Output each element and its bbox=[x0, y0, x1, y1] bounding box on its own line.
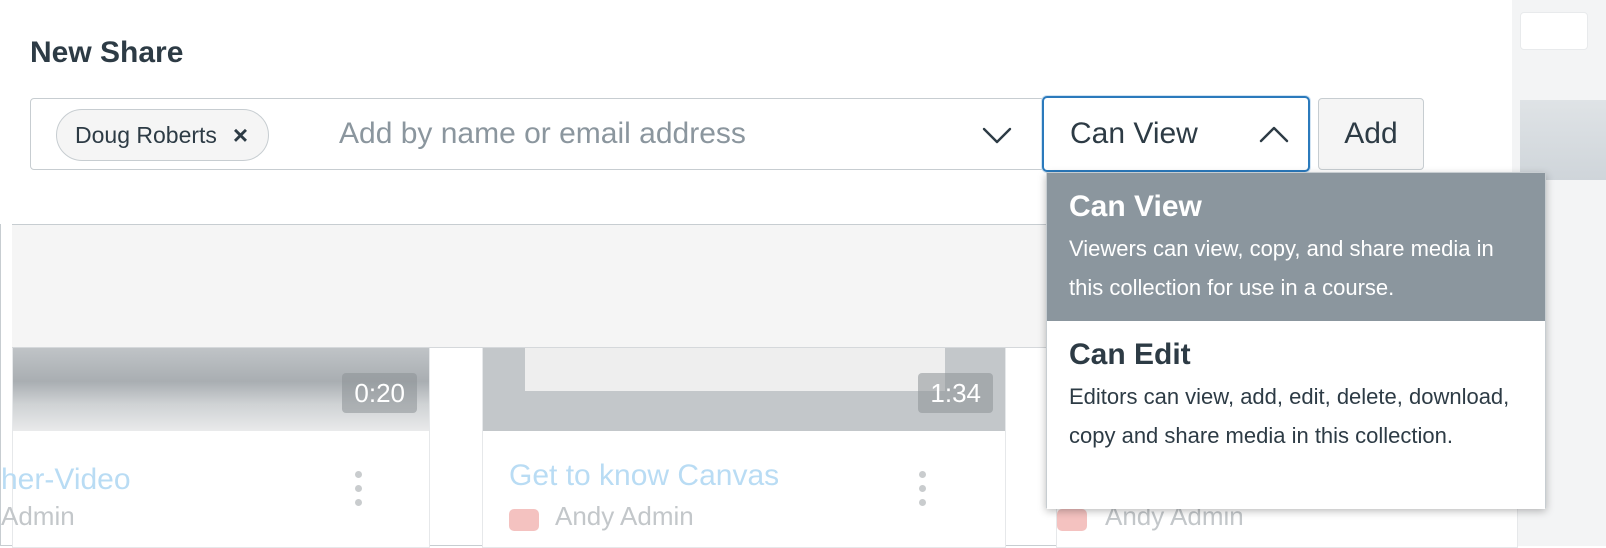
media-owner: Admin bbox=[1, 501, 75, 531]
chevron-up-icon[interactable] bbox=[1258, 122, 1290, 146]
media-title[interactable]: her-Video bbox=[1, 463, 131, 497]
recipient-tag-label: Doug Roberts bbox=[75, 121, 217, 148]
recipient-input[interactable]: Doug Roberts × Add by name or email addr… bbox=[30, 98, 1062, 170]
duration-badge: 0:20 bbox=[342, 373, 417, 413]
add-button[interactable]: Add bbox=[1318, 98, 1424, 170]
chevron-down-icon[interactable] bbox=[981, 123, 1013, 147]
kebab-menu-icon[interactable] bbox=[355, 471, 363, 513]
panel-title: New Share bbox=[30, 36, 184, 69]
thumbnail-preview bbox=[525, 341, 945, 391]
media-card[interactable]: 0:20 her-Video Admin bbox=[1, 340, 430, 548]
recipient-tag[interactable]: Doug Roberts × bbox=[56, 109, 270, 161]
option-title: Can View bbox=[1069, 190, 1202, 223]
option-title: Can Edit bbox=[1069, 338, 1191, 371]
permission-dropdown-menu: Can View Viewers can view, copy, and sha… bbox=[1046, 172, 1546, 509]
youtube-icon bbox=[1057, 509, 1087, 531]
youtube-icon bbox=[509, 509, 539, 531]
option-can-edit[interactable]: Can Edit Editors can view, add, edit, de… bbox=[1047, 321, 1545, 509]
recipient-placeholder[interactable]: Add by name or email address bbox=[339, 117, 746, 151]
option-can-view[interactable]: Can View Viewers can view, copy, and sha… bbox=[1047, 173, 1545, 321]
media-card[interactable]: 1:34 Get to know Canvas Andy Admin bbox=[482, 340, 1006, 548]
media-title[interactable]: Get to know Canvas bbox=[509, 459, 779, 493]
background-card bbox=[1520, 12, 1588, 50]
kebab-menu-icon[interactable] bbox=[919, 471, 927, 513]
permission-select-value: Can View bbox=[1070, 117, 1198, 150]
video-thumbnail[interactable]: 1:34 bbox=[483, 341, 1005, 431]
permission-select[interactable]: Can View bbox=[1042, 96, 1310, 172]
option-description: Editors can view, add, edit, delete, dow… bbox=[1069, 384, 1510, 448]
option-description: Viewers can view, copy, and share media … bbox=[1069, 236, 1494, 300]
close-icon[interactable]: × bbox=[233, 122, 248, 148]
media-owner: Andy Admin bbox=[555, 501, 694, 531]
background-thumbnail bbox=[1520, 100, 1606, 180]
video-thumbnail[interactable]: 0:20 bbox=[13, 341, 429, 431]
duration-badge: 1:34 bbox=[918, 373, 993, 413]
